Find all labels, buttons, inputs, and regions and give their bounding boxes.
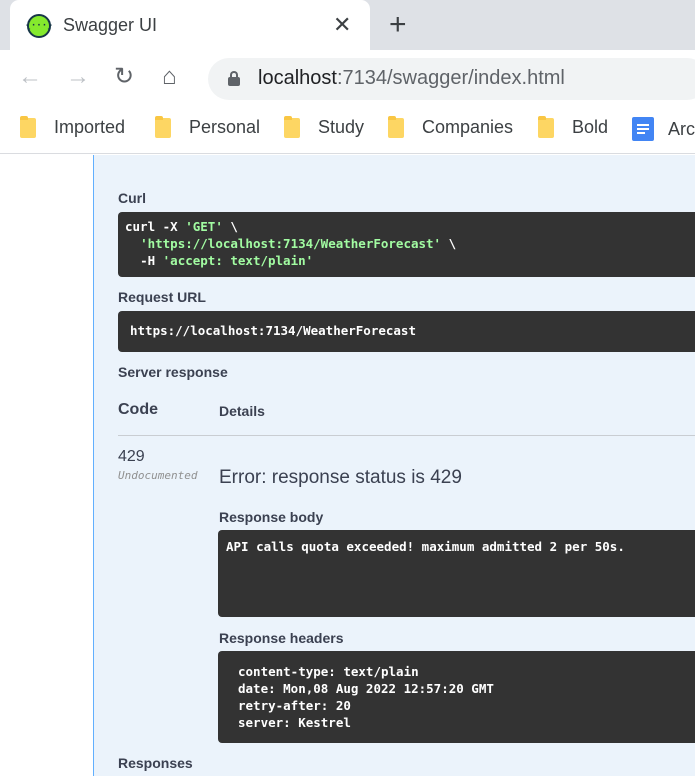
curl-code-block[interactable]: curl -X 'GET' \ 'https://localhost:7134/…	[118, 212, 695, 277]
column-header-code: Code	[118, 401, 158, 418]
forward-button[interactable]: →	[66, 63, 90, 91]
server-response-label: Server response	[118, 364, 228, 380]
home-button[interactable]: ⌂	[162, 63, 177, 91]
bookmark-label: Companies	[422, 117, 514, 137]
bookmark-companies[interactable]: Companies	[388, 115, 514, 138]
bookmark-label: Bold	[572, 117, 609, 137]
folder-icon	[538, 115, 554, 138]
tab-title: Swagger UI	[63, 15, 158, 35]
swagger-favicon-icon: {···}	[25, 14, 53, 38]
curl-line-2: 'https://localhost:7134/WeatherForecast'…	[140, 236, 457, 251]
close-tab-icon[interactable]: ✕	[333, 12, 351, 38]
curl-line-3: -H 'accept: text/plain'	[140, 253, 314, 268]
folder-icon	[284, 115, 300, 138]
browser-tab[interactable]: {···} Swagger UI ✕	[10, 0, 370, 50]
bookmarks-bar: Imported Personal Study Companies Bold A…	[0, 106, 695, 154]
swagger-page: Curl curl -X 'GET' \ 'https://localhost:…	[0, 155, 695, 776]
bookmark-imported[interactable]: Imported	[20, 115, 126, 138]
request-url-value: https://localhost:7134/WeatherForecast	[130, 323, 416, 338]
request-url-block[interactable]: https://localhost:7134/WeatherForecast	[118, 311, 695, 352]
bookmark-arc[interactable]: Arc	[632, 117, 695, 141]
column-header-details: Details	[219, 403, 265, 419]
address-bar[interactable]: localhost:7134/swagger/index.html	[208, 58, 695, 100]
bookmark-label: Imported	[54, 117, 126, 137]
bookmark-bold[interactable]: Bold	[538, 115, 609, 138]
url-path: :7134/swagger/index.html	[336, 67, 565, 89]
folder-icon	[388, 115, 404, 138]
browser-toolbar: ← → ↻ ⌂ localhost:7134/swagger/index.htm…	[0, 50, 695, 106]
curl-line-1: curl -X 'GET' \	[125, 219, 238, 234]
folder-icon	[20, 115, 36, 138]
new-tab-button[interactable]: +	[389, 9, 407, 41]
request-url-label: Request URL	[118, 289, 206, 305]
curl-label: Curl	[118, 190, 146, 206]
url-text[interactable]: localhost:7134/swagger/index.html	[258, 67, 565, 90]
bookmark-label: Personal	[189, 117, 261, 137]
back-button[interactable]: ←	[18, 63, 42, 91]
bookmark-label: Study	[318, 117, 365, 137]
lock-icon[interactable]	[228, 71, 240, 86]
url-host: localhost	[258, 67, 337, 89]
bookmark-label: Arc	[668, 118, 695, 139]
docs-icon	[632, 117, 654, 141]
tab-strip: {···} Swagger UI ✕ +	[0, 0, 695, 50]
bookmark-study[interactable]: Study	[284, 115, 365, 138]
folder-icon	[155, 115, 171, 138]
reload-button[interactable]: ↻	[114, 63, 134, 91]
table-divider	[118, 435, 695, 436]
bookmark-personal[interactable]: Personal	[155, 115, 261, 138]
